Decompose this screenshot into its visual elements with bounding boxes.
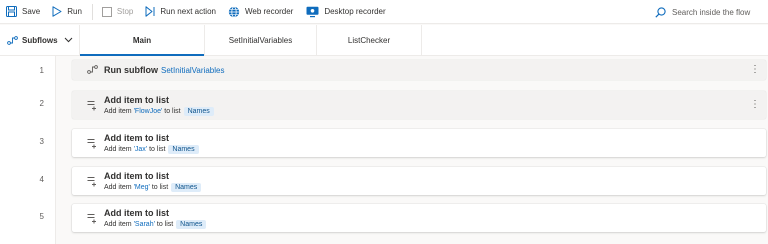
search-icon <box>655 6 666 18</box>
action-title: Add item to list <box>104 171 169 181</box>
description-text: Add item <box>104 184 134 191</box>
action-add-item-to-list[interactable]: Add item to list Add item 'Meg' to list … <box>72 167 766 195</box>
subflow-icon <box>87 65 98 74</box>
tab-listchecker-label: ListChecker <box>347 35 391 45</box>
variable-token: Names <box>176 220 207 229</box>
description-text: to list <box>149 184 171 191</box>
description-text: Add item <box>104 108 134 115</box>
action-description: Add item 'Sarah' to list Names <box>104 220 207 229</box>
description-text: to list <box>147 146 168 153</box>
globe-icon <box>228 5 240 18</box>
string-token: 'Sarah' <box>133 221 155 228</box>
run-next-action-button[interactable]: Run next action <box>145 0 216 24</box>
description-text: Add item <box>104 221 134 228</box>
description-text: Add item <box>104 146 134 153</box>
action-title: Add item to list <box>104 133 169 143</box>
monitor-icon <box>306 6 319 17</box>
action-add-item-to-list[interactable]: Add item to list Add item 'FlowJoe' to l… <box>72 91 766 119</box>
desktop-recorder-label: Desktop recorder <box>324 7 386 16</box>
line-number: 2 <box>39 99 44 108</box>
run-label: Run <box>67 7 82 16</box>
action-add-item-to-list[interactable]: Add item to list Add item 'Sarah' to lis… <box>72 204 766 232</box>
line-number: 5 <box>39 212 44 221</box>
description-text: to list <box>154 221 176 228</box>
run-button[interactable]: Run <box>52 0 82 24</box>
run-next-label: Run next action <box>160 7 216 16</box>
stop-button[interactable]: Stop <box>101 0 134 24</box>
line-number: 4 <box>39 175 44 184</box>
subflows-label: Subflows <box>22 35 58 45</box>
action-description: Add item 'Jax' to list Names <box>104 145 199 154</box>
add-list-icon <box>87 101 96 111</box>
variable-token: Names <box>171 183 202 192</box>
line-number: 1 <box>39 66 44 75</box>
action-title: Add item to list <box>104 95 169 105</box>
string-token: 'Jax' <box>133 146 148 153</box>
add-list-icon <box>87 214 96 224</box>
action-description: Add item 'FlowJoe' to list Names <box>104 107 214 116</box>
variable-token: Names <box>183 107 214 116</box>
action-run-subflow[interactable]: Run subflow SetInitialVariables ⋮ <box>72 60 766 80</box>
web-recorder-label: Web recorder <box>244 7 294 16</box>
web-recorder-button[interactable]: Web recorder <box>228 0 293 24</box>
action-title: Run subflow SetInitialVariables <box>104 65 224 75</box>
save-icon <box>6 6 17 17</box>
step-icon <box>145 6 155 17</box>
desktop-recorder-button[interactable]: Desktop recorder <box>306 0 386 24</box>
search-placeholder: Search inside the flow <box>672 7 751 17</box>
subflow-icon <box>7 35 18 45</box>
stop-label: Stop <box>116 7 134 16</box>
add-list-icon <box>87 139 96 149</box>
save-label: Save <box>22 7 41 16</box>
subflow-tab-bar: Subflows Main SetInitialVariables ListCh… <box>0 25 768 56</box>
string-token: 'Meg' <box>133 184 150 191</box>
toolbar: Save Run Stop Run next action Web record… <box>0 0 768 24</box>
more-options-icon[interactable]: ⋮ <box>750 100 760 110</box>
play-icon <box>52 6 62 17</box>
add-list-icon <box>87 177 96 187</box>
tab-setinitialvariables[interactable]: SetInitialVariables <box>205 25 317 55</box>
variable-token: Names <box>168 145 199 154</box>
description-text: to list <box>162 108 183 115</box>
line-number: 3 <box>39 137 44 146</box>
tab-setinitialvariables-label: SetInitialVariables <box>228 35 293 45</box>
action-add-item-to-list[interactable]: Add item to list Add item 'Jax' to list … <box>72 129 766 157</box>
subflow-link[interactable]: SetInitialVariables <box>161 66 224 75</box>
chevron-down-icon <box>64 37 72 43</box>
tab-main-label: Main <box>132 35 152 45</box>
action-title: Add item to list <box>104 208 169 218</box>
action-description: Add item 'Meg' to list Names <box>104 183 202 192</box>
save-button[interactable]: Save <box>6 0 40 24</box>
tab-listchecker[interactable]: ListChecker <box>317 25 422 55</box>
stop-icon <box>101 6 112 17</box>
action-title-text: Run subflow <box>104 65 158 75</box>
tab-main[interactable]: Main <box>80 25 205 56</box>
string-token: 'FlowJoe' <box>133 108 163 115</box>
more-options-icon[interactable]: ⋮ <box>750 65 760 75</box>
toolbar-separator <box>91 3 93 20</box>
subflows-dropdown[interactable]: Subflows <box>0 25 80 55</box>
search-box[interactable]: Search inside the flow <box>655 0 750 24</box>
